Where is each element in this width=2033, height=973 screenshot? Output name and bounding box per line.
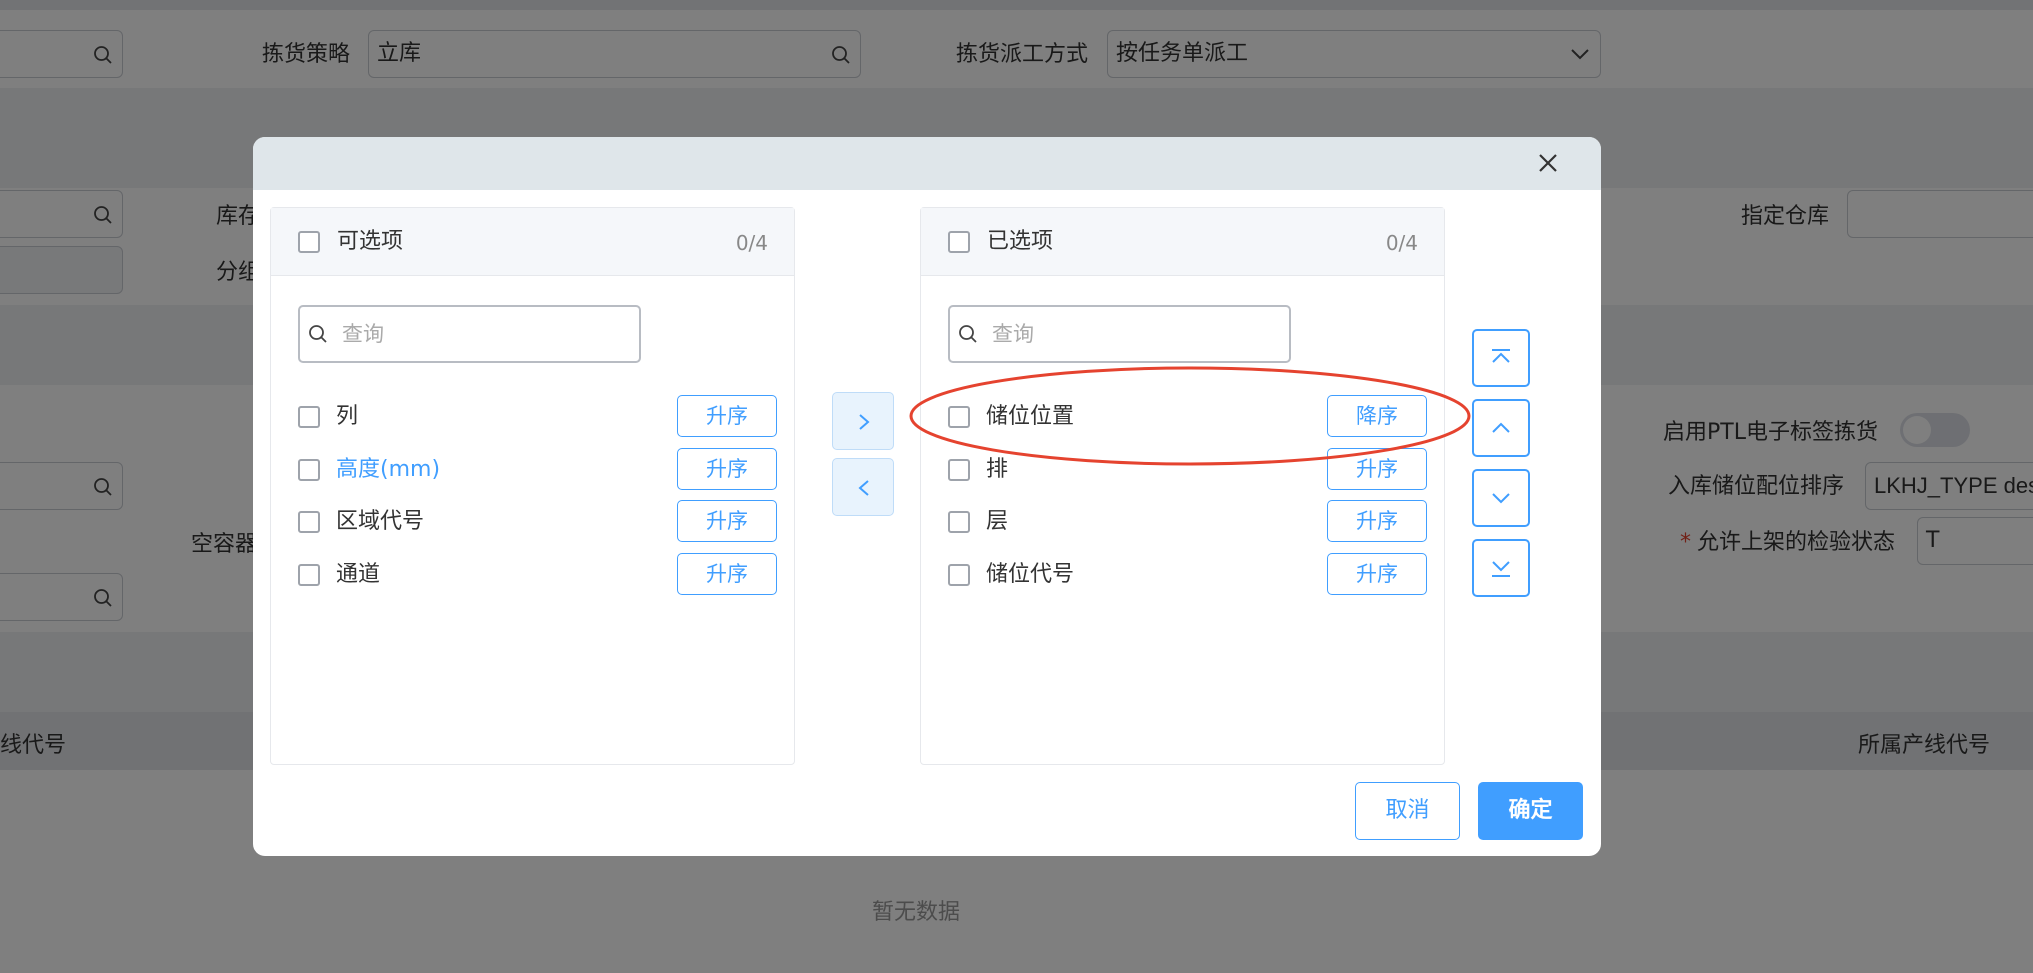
- item-label: 储位位置: [986, 404, 1075, 429]
- confirm-button[interactable]: 确定: [1478, 782, 1583, 840]
- sort-order-button[interactable]: 升序: [677, 395, 777, 437]
- selected-panel: 已选项 0/4 查询 储位位置 降序 排 升序 层 升序 储位代号 升序: [920, 207, 1445, 765]
- move-down-button[interactable]: [1472, 469, 1530, 527]
- select-all-available-checkbox[interactable]: [298, 231, 320, 253]
- move-to-top-button[interactable]: [1472, 329, 1530, 387]
- list-item[interactable]: 储位位置 降序: [921, 395, 1444, 439]
- list-item[interactable]: 通道 升序: [271, 553, 794, 597]
- selected-title: 已选项: [987, 229, 1054, 254]
- sort-transfer-dialog: 可选项 0/4 查询 列 升序 高度(mm) 升序 区域代号 升序 通道 升序: [253, 137, 1601, 856]
- sort-order-button[interactable]: 降序: [1327, 395, 1427, 437]
- list-item[interactable]: 层 升序: [921, 500, 1444, 544]
- item-label: 高度(mm): [336, 457, 441, 482]
- selected-count: 0/4: [1385, 231, 1418, 255]
- list-item[interactable]: 储位代号 升序: [921, 553, 1444, 597]
- selected-search-input[interactable]: 查询: [948, 305, 1291, 363]
- available-search-input[interactable]: 查询: [298, 305, 641, 363]
- list-item[interactable]: 高度(mm) 升序: [271, 448, 794, 492]
- chevron-left-icon: [858, 480, 869, 496]
- sort-order-button[interactable]: 升序: [1327, 553, 1427, 595]
- sort-order-button[interactable]: 升序: [1327, 448, 1427, 490]
- chevron-up-icon: [1492, 422, 1510, 433]
- search-icon: [959, 325, 977, 343]
- list-item[interactable]: 区域代号 升序: [271, 500, 794, 544]
- available-panel-header: 可选项 0/4: [271, 208, 794, 276]
- cancel-button[interactable]: 取消: [1355, 782, 1460, 840]
- search-icon: [309, 325, 327, 343]
- move-up-button[interactable]: [1472, 399, 1530, 457]
- move-left-button[interactable]: [832, 458, 894, 516]
- available-panel: 可选项 0/4 查询 列 升序 高度(mm) 升序 区域代号 升序 通道 升序: [270, 207, 795, 765]
- close-icon[interactable]: [1535, 150, 1561, 176]
- move-to-bottom-button[interactable]: [1472, 539, 1530, 597]
- select-all-selected-checkbox[interactable]: [948, 231, 970, 253]
- item-checkbox[interactable]: [948, 564, 970, 586]
- chevron-down-icon: [1492, 493, 1510, 504]
- sort-order-button[interactable]: 升序: [677, 500, 777, 542]
- sort-order-button[interactable]: 升序: [677, 448, 777, 490]
- item-checkbox[interactable]: [298, 511, 320, 533]
- chevron-right-icon: [859, 414, 870, 430]
- list-item[interactable]: 排 升序: [921, 448, 1444, 492]
- list-item[interactable]: 列 升序: [271, 395, 794, 439]
- selected-panel-header: 已选项 0/4: [921, 208, 1444, 276]
- item-label: 排: [986, 457, 1009, 482]
- available-title: 可选项: [337, 229, 404, 254]
- sort-order-button[interactable]: 升序: [1327, 500, 1427, 542]
- available-count: 0/4: [735, 231, 768, 255]
- dialog-header: [253, 137, 1601, 190]
- item-checkbox[interactable]: [298, 406, 320, 428]
- item-label: 储位代号: [986, 562, 1075, 587]
- item-checkbox[interactable]: [298, 459, 320, 481]
- item-checkbox[interactable]: [298, 564, 320, 586]
- item-label: 列: [336, 404, 359, 429]
- item-label: 区域代号: [336, 509, 425, 534]
- available-search-placeholder: 查询: [342, 322, 384, 346]
- move-bottom-icon: [1492, 561, 1510, 577]
- move-right-button[interactable]: [832, 392, 894, 450]
- item-checkbox[interactable]: [948, 511, 970, 533]
- item-checkbox[interactable]: [948, 459, 970, 481]
- item-label: 层: [986, 509, 1009, 534]
- item-label: 通道: [336, 562, 381, 587]
- sort-order-button[interactable]: 升序: [677, 553, 777, 595]
- move-top-icon: [1492, 349, 1510, 363]
- item-checkbox[interactable]: [948, 406, 970, 428]
- selected-search-placeholder: 查询: [992, 322, 1034, 346]
